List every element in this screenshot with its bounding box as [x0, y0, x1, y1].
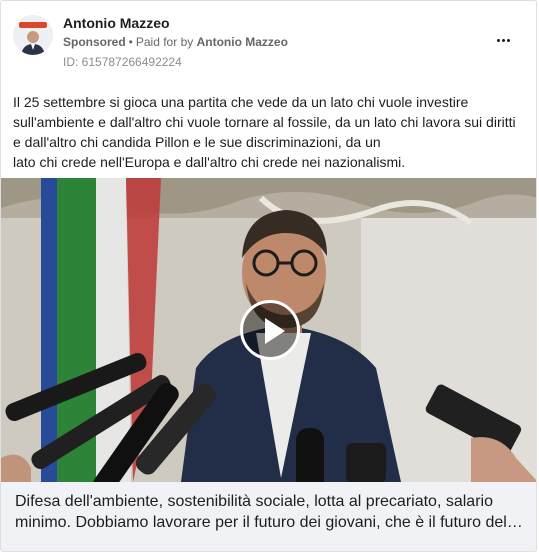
- paid-for-prefix: Paid for by: [135, 35, 194, 49]
- post-text-line: sull'ambiente e dall'altro chi vuole tor…: [13, 114, 516, 130]
- post-text-line: Il 25 settembre si gioca una partita che…: [13, 94, 469, 110]
- post-text-line: lato chi crede nell'Europa e dall'altro …: [13, 154, 406, 170]
- more-dot: [501, 38, 505, 42]
- ad-id: ID: 615787266492224: [63, 55, 182, 69]
- video-caption-line: minimo. Dobbiamo lavorare per il futuro …: [15, 514, 523, 531]
- play-icon: [265, 318, 285, 344]
- separator-dot: •: [128, 35, 133, 49]
- page-name[interactable]: Antonio Mazzeo: [63, 15, 170, 31]
- post-text-line: e dall'altro chi candida Pillon e le sue…: [13, 134, 381, 150]
- video-caption[interactable]: Difesa dell'ambiente, sostenibilità soci…: [1, 482, 536, 551]
- more-options-button[interactable]: [492, 33, 514, 47]
- avatar-image: [13, 15, 53, 55]
- video-caption-line: Difesa dell'ambiente, sostenibilità soci…: [15, 493, 493, 510]
- sponsored-label: Sponsored: [63, 35, 126, 49]
- more-dot: [506, 38, 510, 42]
- post-text: Il 25 settembre si gioca una partita che…: [13, 92, 525, 172]
- sponsored-line: Sponsored • Paid for by Antonio Mazzeo: [63, 35, 288, 49]
- ad-card: Antonio Mazzeo Sponsored • Paid for by Ant…: [0, 0, 537, 552]
- more-horizontal-icon: [496, 38, 500, 42]
- post-header: Antonio Mazzeo Sponsored • Paid for by Ant…: [1, 1, 536, 75]
- play-button[interactable]: [240, 300, 300, 360]
- paid-for-name[interactable]: Antonio Mazzeo: [197, 35, 288, 49]
- page-avatar[interactable]: [13, 15, 53, 55]
